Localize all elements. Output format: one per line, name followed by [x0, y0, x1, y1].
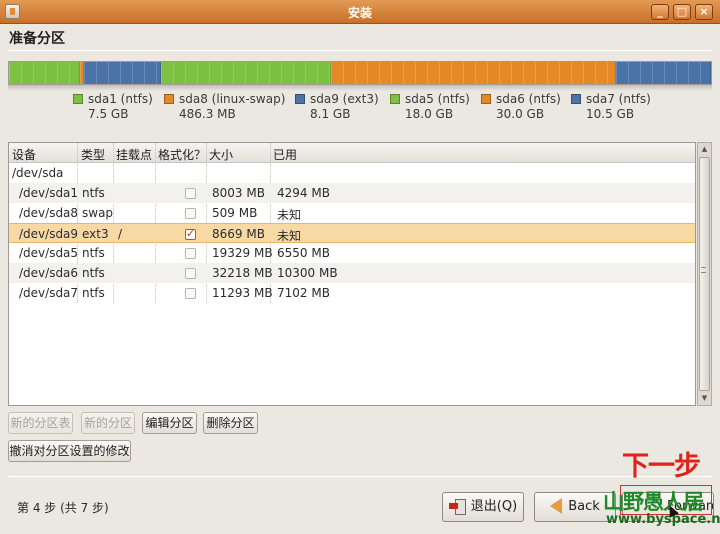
cell-type: ntfs: [82, 286, 105, 300]
format-checkbox[interactable]: [185, 227, 196, 240]
column-header-device[interactable]: 设备: [12, 146, 36, 163]
step-indicator: 第 4 步 (共 7 步): [17, 501, 109, 515]
legend-label: sda7 (ntfs): [586, 92, 651, 106]
table-row[interactable]: /dev/sda1 ntfs 8003 MB 4294 MB: [9, 183, 695, 203]
legend-size: 8.1 GB: [310, 107, 351, 121]
new-partition-button[interactable]: 新的分区: [81, 412, 135, 434]
scroll-up-arrow-icon[interactable]: ▲: [698, 143, 711, 156]
table-row[interactable]: /dev/sda7 ntfs 11293 MB 7102 MB: [9, 283, 695, 303]
legend-label: sda1 (ntfs): [88, 92, 153, 106]
cell-device: /dev/sda5: [19, 246, 79, 260]
column-header-used[interactable]: 已用: [273, 146, 297, 163]
legend-label: sda9 (ext3): [310, 92, 379, 106]
legend-swatch: [164, 94, 174, 104]
cell-size: 32218 MB: [212, 266, 273, 280]
cell-type: ntfs: [82, 246, 105, 260]
table-row[interactable]: /dev/sda: [9, 163, 695, 183]
cell-used: 7102 MB: [277, 286, 330, 300]
back-label: Back: [568, 499, 600, 514]
window-titlebar: 安装 _ □ ×: [0, 0, 720, 24]
column-header-type[interactable]: 类型: [81, 146, 105, 163]
legend-swatch: [571, 94, 581, 104]
format-checkbox[interactable]: [185, 268, 196, 279]
table-row[interactable]: /dev/sda6 ntfs 32218 MB 10300 MB: [9, 263, 695, 283]
format-checkbox[interactable]: [185, 188, 196, 199]
cell-used: 6550 MB: [277, 246, 330, 260]
cell-device: /dev/sda: [12, 166, 64, 180]
edit-partition-button[interactable]: 编辑分区: [142, 412, 197, 434]
cell-device: /dev/sda8: [19, 206, 79, 220]
format-checkbox[interactable]: [185, 288, 196, 299]
partition-usage-bar: [8, 61, 712, 85]
legend-size: 486.3 MB: [179, 107, 236, 121]
table-row[interactable]: /dev/sda8 swap 509 MB 未知: [9, 203, 695, 223]
cell-size: 19329 MB: [212, 246, 273, 260]
divider: [8, 50, 712, 51]
maximize-button[interactable]: □: [673, 4, 691, 20]
table-scrollbar[interactable]: ▲ ▼: [697, 142, 712, 406]
revert-changes-button[interactable]: 撤消对分区设置的修改: [8, 440, 131, 462]
scrollbar-thumb[interactable]: [699, 157, 710, 391]
page-title: 准备分区: [9, 31, 65, 47]
cell-type: ntfs: [82, 266, 105, 280]
back-arrow-icon: [550, 497, 563, 514]
cell-used: 未知: [277, 208, 302, 222]
partition-bar-shadow: [8, 85, 712, 91]
close-button[interactable]: ×: [695, 4, 713, 20]
cell-type: ext3: [82, 227, 109, 241]
cell-used: 10300 MB: [277, 266, 338, 280]
minimize-button[interactable]: _: [651, 4, 669, 20]
table-row[interactable]: /dev/sda9 ext3 / 8669 MB 未知: [9, 223, 695, 243]
partition-segment-sda1: [9, 62, 80, 84]
cell-size: 8669 MB: [212, 227, 265, 241]
legend-size: 30.0 GB: [496, 107, 545, 121]
cell-device: /dev/sda6: [19, 266, 79, 280]
format-checkbox[interactable]: [185, 248, 196, 259]
watermark-url: www.byspace.net: [606, 512, 720, 527]
cell-size: 11293 MB: [212, 286, 273, 300]
next-step-annotation: 下一步: [622, 451, 701, 482]
partition-segment-sda9: [84, 62, 161, 84]
cell-used: 未知: [277, 229, 302, 243]
window-title: 安装: [347, 6, 372, 20]
partition-table[interactable]: 设备 类型 挂载点 格式化？ 大小 已用 /dev/sda/dev/sda1 nt…: [8, 142, 696, 406]
legend-size: 10.5 GB: [586, 107, 635, 121]
legend-swatch: [73, 94, 83, 104]
format-checkbox[interactable]: [185, 208, 196, 219]
column-header-format[interactable]: 格式化？: [158, 146, 206, 163]
legend-swatch: [481, 94, 491, 104]
legend-size: 18.0 GB: [405, 107, 454, 121]
table-row[interactable]: /dev/sda5 ntfs 19329 MB 6550 MB: [9, 243, 695, 263]
column-header-mount[interactable]: 挂载点: [116, 146, 152, 163]
partition-segment-sda6: [331, 62, 616, 84]
table-header: 设备 类型 挂载点 格式化？ 大小 已用: [9, 143, 695, 163]
legend-label: sda5 (ntfs): [405, 92, 470, 106]
legend-label: sda6 (ntfs): [496, 92, 561, 106]
cell-type: swap: [82, 206, 114, 220]
delete-partition-button[interactable]: 删除分区: [203, 412, 258, 434]
legend-size: 7.5 GB: [88, 107, 129, 121]
quit-door-icon: [448, 498, 466, 515]
legend-label: sda8 (linux-swap): [179, 92, 286, 106]
cell-device: /dev/sda7: [19, 286, 79, 300]
legend-swatch: [390, 94, 400, 104]
new-partition-table-button[interactable]: 新的分区表: [8, 412, 73, 434]
footer-divider: [8, 476, 712, 477]
legend-swatch: [295, 94, 305, 104]
column-header-size[interactable]: 大小: [209, 146, 233, 163]
scrollbar-grip-icon: [701, 267, 706, 273]
cell-used: 4294 MB: [277, 186, 330, 200]
scroll-down-arrow-icon[interactable]: ▼: [698, 392, 711, 405]
cell-mount: /: [118, 227, 123, 241]
quit-button[interactable]: 退出(Q): [442, 492, 524, 522]
cell-type: ntfs: [82, 186, 105, 200]
cell-device: /dev/sda9: [19, 227, 79, 241]
cell-size: 509 MB: [212, 206, 258, 220]
partition-segment-sda5: [160, 62, 332, 84]
quit-label: 退出(Q): [470, 499, 518, 514]
cell-size: 8003 MB: [212, 186, 265, 200]
partition-segment-sda7: [615, 62, 711, 84]
cell-device: /dev/sda1: [19, 186, 79, 200]
